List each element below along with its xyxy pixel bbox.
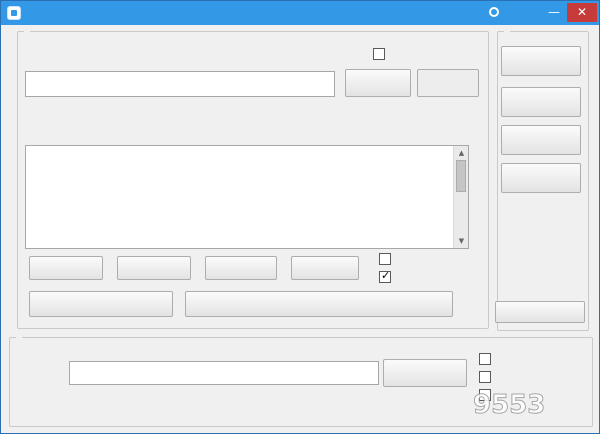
close-button[interactable]: ✕ <box>567 3 597 22</box>
more-resources-button[interactable] <box>495 301 585 323</box>
download-plugin-button[interactable] <box>185 291 453 317</box>
vip-button-2[interactable] <box>501 87 581 117</box>
video-url-input[interactable] <box>25 71 335 97</box>
interface-3-checkbox-box[interactable] <box>479 389 491 401</box>
parse-mode2-button[interactable] <box>417 69 479 97</box>
built-in-downloader-checkbox-box[interactable] <box>379 269 391 283</box>
skin-button[interactable] <box>485 3 503 22</box>
title-bar: — ✕ <box>1 1 599 25</box>
interface-1-checkbox-box[interactable] <box>479 353 491 365</box>
playback-address-field[interactable] <box>69 361 379 385</box>
app-window: — ✕ ▲ ▼ ✓ 9553 <box>0 0 600 434</box>
vip-button-4[interactable] <box>501 163 581 193</box>
watch-online-play-button[interactable] <box>383 359 467 387</box>
mode2-checkbox-box[interactable] <box>373 48 385 60</box>
interface-1-checkbox[interactable] <box>479 353 495 365</box>
account-log-box[interactable]: ▲ ▼ <box>25 145 469 249</box>
online-parse-button[interactable] <box>117 256 191 280</box>
log-lines <box>29 148 453 248</box>
download-video-button[interactable] <box>291 256 359 280</box>
block-ads-button[interactable] <box>29 291 173 317</box>
pc-download-checkbox[interactable] <box>379 253 395 265</box>
interface-2-checkbox-box[interactable] <box>479 371 491 383</box>
watch-online-button[interactable] <box>29 256 103 280</box>
minimize-icon: — <box>548 5 560 19</box>
skin-icon <box>489 7 499 17</box>
interface-2-checkbox[interactable] <box>479 371 495 383</box>
supported-sites-button[interactable] <box>205 256 277 280</box>
scroll-down-icon[interactable]: ▼ <box>456 235 467 247</box>
scroll-up-icon[interactable]: ▲ <box>456 147 467 159</box>
pc-download-checkbox-box[interactable] <box>379 253 391 265</box>
parse-video-button[interactable] <box>345 69 411 97</box>
scroll-thumb[interactable] <box>456 160 466 192</box>
minimize-button[interactable]: — <box>541 3 567 22</box>
log-scrollbar[interactable]: ▲ ▼ <box>453 146 468 248</box>
vip-button-3[interactable] <box>501 125 581 155</box>
app-icon <box>7 6 21 20</box>
interface-3-checkbox[interactable] <box>479 389 495 401</box>
vip-button-1[interactable] <box>501 46 581 76</box>
built-in-downloader-checkbox[interactable] <box>379 269 395 283</box>
close-icon: ✕ <box>576 5 588 19</box>
mode2-checkbox[interactable] <box>373 48 389 60</box>
